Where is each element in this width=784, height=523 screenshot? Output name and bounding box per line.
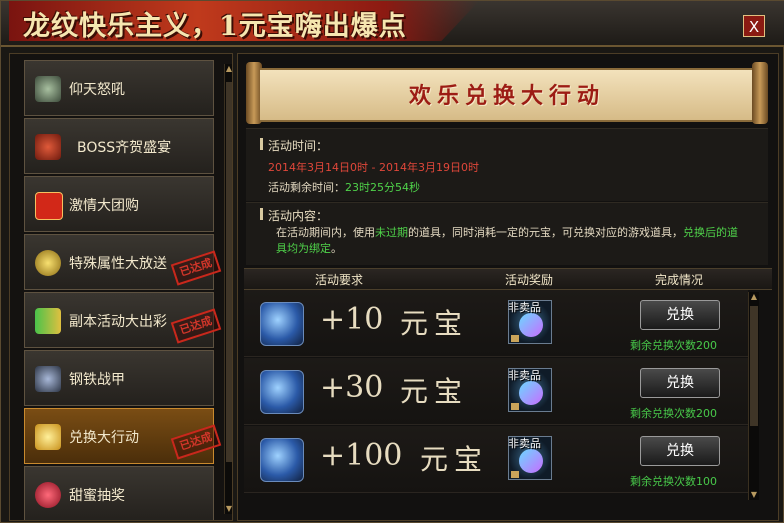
- yuanbao-amount: +100: [320, 438, 403, 473]
- sidebar-item-label: 钢铁战甲: [69, 372, 125, 388]
- not-for-sale-tag: 非卖品: [508, 301, 541, 314]
- column-header-requirement: 活动要求: [314, 273, 363, 287]
- exchange-button[interactable]: 兑换: [640, 436, 720, 466]
- content-text-part: 的道具，同时消耗一定的元宝，可兑换对应的游戏道具，: [408, 226, 683, 239]
- time-label: 活动时间：: [259, 138, 329, 153]
- content-text-part: 。: [331, 242, 342, 255]
- yuanbao-unit: 元宝: [400, 307, 469, 340]
- scroll-down-arrow-icon[interactable]: ▼: [749, 490, 759, 500]
- window-title: 龙纹快乐主义，1元宝嗨出爆点: [23, 11, 407, 42]
- lock-icon: [511, 335, 519, 342]
- remaining-label: 活动剩余时间：: [268, 181, 345, 194]
- armor-icon: [35, 366, 61, 392]
- not-for-sale-tag: 非卖品: [508, 369, 541, 382]
- gold-ingot-icon: [35, 424, 61, 450]
- reward-slot[interactable]: 非卖品: [508, 436, 552, 480]
- reward-item-icon: [519, 381, 543, 405]
- scroll-item-icon: [260, 302, 304, 346]
- table-row: +100 元宝 非卖品 兑换 剩余兑换次数100: [244, 426, 748, 493]
- remaining-count: 剩余兑换次数100: [630, 475, 717, 488]
- scroll-roll-right: [752, 62, 768, 124]
- remaining-value: 23时25分54秒: [345, 181, 420, 194]
- exchange-button[interactable]: 兑换: [640, 300, 720, 330]
- scroll-down-arrow-icon[interactable]: ▼: [225, 504, 232, 514]
- sidebar-scrollbar[interactable]: ▲ ▼: [224, 64, 232, 514]
- heart-icon: [35, 482, 61, 508]
- content-label: 活动内容：: [259, 208, 329, 223]
- lock-icon: [511, 471, 519, 478]
- activity-panel: 欢乐兑换大行动 活动时间： 2014年3月14日0时 - 2014年3月19日0…: [237, 53, 779, 521]
- sidebar-item-label: 激情大团购: [69, 198, 139, 214]
- reward-slot[interactable]: 非卖品: [508, 300, 552, 344]
- reward-item-icon: [519, 313, 543, 337]
- sidebar-item-label: 仰天怒吼: [69, 82, 125, 98]
- scroll-item-icon: [260, 370, 304, 414]
- activity-sidebar: 仰天怒吼 BOSS齐贺盛宴 激情大团购 特殊属性大放送 已达成 副本活动大出彩 …: [9, 53, 233, 521]
- close-button[interactable]: X: [743, 15, 765, 37]
- yuanbao-amount: +30: [320, 370, 384, 405]
- scroll-paper: 欢乐兑换大行动: [260, 68, 754, 122]
- sidebar-item-boss-feast[interactable]: BOSS齐贺盛宴: [24, 118, 214, 174]
- table-row: +10 元宝 非卖品 兑换 剩余兑换次数200: [244, 290, 748, 357]
- done-stamp: 已达成: [170, 308, 222, 344]
- content-text: 在活动期间内，使用未过期的道具，同时消耗一定的元宝，可兑换对应的游戏道具，兑换后…: [276, 225, 748, 257]
- column-header-reward: 活动奖励: [504, 273, 553, 287]
- table-scrollbar[interactable]: ▲ ▼: [748, 292, 759, 500]
- time-range: 2014年3月14日0时 - 2014年3月19日0时: [268, 161, 479, 174]
- sidebar-item-group-buy[interactable]: 激情大团购: [24, 176, 214, 232]
- sidebar-item-steel-armor[interactable]: 钢铁战甲: [24, 350, 214, 406]
- orb-icon: [35, 250, 61, 276]
- sidebar-item-dungeon-event[interactable]: 副本活动大出彩 已达成: [24, 292, 222, 348]
- red-pouch-icon: [35, 134, 61, 160]
- time-section: 活动时间： 2014年3月14日0时 - 2014年3月19日0时 活动剩余时间…: [246, 128, 768, 201]
- done-stamp: 已达成: [170, 250, 222, 286]
- time-remaining: 活动剩余时间：23时25分54秒: [268, 179, 420, 195]
- exchange-button[interactable]: 兑换: [640, 368, 720, 398]
- sidebar-item-label: BOSS齐贺盛宴: [77, 140, 172, 156]
- content-highlight: 未过期: [375, 226, 408, 239]
- beast-head-icon: [35, 76, 61, 102]
- sidebar-item-exchange-event[interactable]: 兑换大行动 已达成: [24, 408, 222, 464]
- chart-icon: [35, 308, 61, 334]
- scroll-up-arrow-icon[interactable]: ▲: [749, 292, 759, 302]
- title-scroll: 欢乐兑换大行动: [246, 62, 768, 124]
- remaining-count: 剩余兑换次数200: [630, 339, 717, 352]
- scroll-up-arrow-icon[interactable]: ▲: [225, 64, 232, 74]
- remaining-count: 剩余兑换次数200: [630, 407, 717, 420]
- reward-item-icon: [519, 449, 543, 473]
- sidebar-item-sweet-lottery[interactable]: 甜蜜抽奖: [24, 466, 214, 520]
- sidebar-item-label: 甜蜜抽奖: [69, 488, 125, 504]
- event-window: 龙纹快乐主义，1元宝嗨出爆点 X 仰天怒吼 BOSS齐贺盛宴 激情大团购 特殊属…: [0, 0, 784, 523]
- table-header: 活动要求 活动奖励 完成情况: [244, 268, 772, 290]
- title-bar: 龙纹快乐主义，1元宝嗨出爆点 X: [1, 1, 784, 47]
- sidebar-item-yangtiannuhou[interactable]: 仰天怒吼: [24, 60, 214, 116]
- not-for-sale-tag: 非卖品: [508, 437, 541, 450]
- yuanbao-amount: +10: [320, 302, 384, 337]
- table-row: +30 元宝 非卖品 兑换 剩余兑换次数200: [244, 358, 748, 425]
- done-stamp: 已达成: [170, 424, 222, 460]
- activity-title: 欢乐兑换大行动: [408, 83, 605, 109]
- sidebar-item-label: 副本活动大出彩: [69, 314, 167, 330]
- reward-slot[interactable]: 非卖品: [508, 368, 552, 412]
- yuanbao-unit: 元宝: [420, 443, 489, 476]
- column-header-status: 完成情况: [654, 273, 703, 287]
- sidebar-item-label: 兑换大行动: [69, 430, 139, 446]
- content-section: 活动内容： 在活动期间内，使用未过期的道具，同时消耗一定的元宝，可兑换对应的游戏…: [246, 202, 768, 265]
- scroll-thumb[interactable]: [226, 82, 232, 462]
- sidebar-item-label: 特殊属性大放送: [69, 256, 167, 272]
- group-buy-icon: [35, 192, 63, 220]
- yuanbao-unit: 元宝: [400, 375, 469, 408]
- scroll-item-icon: [260, 438, 304, 482]
- scroll-thumb[interactable]: [750, 306, 758, 426]
- lock-icon: [511, 403, 519, 410]
- sidebar-item-special-attributes[interactable]: 特殊属性大放送 已达成: [24, 234, 222, 290]
- content-text-part: 在活动期间内，使用: [276, 226, 375, 239]
